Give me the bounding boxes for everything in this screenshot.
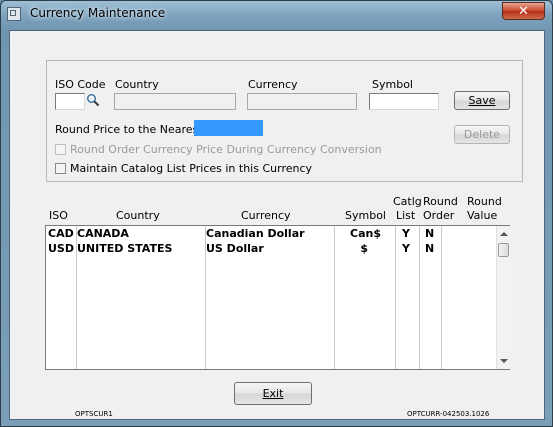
- header-round-order-line1: Round: [423, 195, 458, 208]
- currency-label: Currency: [248, 78, 298, 91]
- vertical-scrollbar[interactable]: [496, 226, 511, 369]
- row-country: CANADA: [77, 227, 129, 240]
- header-round-order-line2: Order: [423, 209, 455, 222]
- row-currency: Canadian Dollar: [206, 227, 305, 240]
- header-catlg-line2: List: [396, 209, 416, 222]
- row-symbol: $: [360, 242, 368, 255]
- header-symbol: Symbol: [345, 209, 386, 222]
- row-catlg-list: Y: [402, 242, 410, 255]
- app-icon[interactable]: [7, 7, 21, 21]
- row-country: UNITED STATES: [77, 242, 173, 255]
- close-icon: ✕: [518, 4, 529, 19]
- symbol-field[interactable]: [369, 93, 439, 110]
- scroll-thumb[interactable]: [498, 243, 509, 257]
- delete-button-label: Delete: [463, 128, 501, 141]
- form-id-right: OPTCURR-042503.1026: [407, 410, 490, 418]
- save-button-label: Save: [468, 94, 496, 107]
- currency-field[interactable]: [247, 93, 357, 110]
- column-divider: [395, 226, 396, 369]
- header-round-value-line1: Round: [467, 195, 502, 208]
- iso-code-field[interactable]: [55, 93, 85, 110]
- header-catlg-line1: Catlg: [393, 195, 422, 208]
- row-iso: CAD: [48, 227, 74, 240]
- exit-button[interactable]: Exit: [234, 382, 312, 405]
- close-button[interactable]: ✕: [502, 2, 545, 20]
- row-round-order: N: [425, 242, 435, 255]
- header-country: Country: [116, 209, 160, 222]
- delete-button[interactable]: Delete: [454, 125, 510, 144]
- maintain-catalog-checkbox-label: Maintain Catalog List Prices in this Cur…: [70, 162, 313, 175]
- row-round-order: N: [425, 227, 435, 240]
- symbol-label: Symbol: [372, 78, 413, 91]
- row-symbol: Can$: [350, 227, 381, 240]
- header-round-value-line2: Value: [467, 209, 498, 222]
- title-bar[interactable]: Currency Maintenance ✕: [1, 1, 552, 29]
- country-field[interactable]: [114, 93, 236, 110]
- currency-edit-group: ISO Code Country Currency Symbol Save De…: [46, 60, 523, 182]
- window-title: Currency Maintenance: [30, 6, 166, 20]
- round-price-label: Round Price to the Nearest :: [55, 123, 210, 136]
- header-currency: Currency: [241, 209, 291, 222]
- iso-code-label: ISO Code: [55, 78, 106, 91]
- form-id-left: OPTSCUR1: [75, 410, 113, 418]
- round-price-field[interactable]: [194, 120, 263, 136]
- round-order-checkbox-label: Round Order Currency Price During Curren…: [70, 143, 382, 156]
- row-catlg-list: Y: [402, 227, 410, 240]
- column-divider: [419, 226, 420, 369]
- currency-list[interactable]: CAD CANADA Canadian Dollar Can$ Y N USD …: [45, 225, 511, 370]
- row-currency: US Dollar: [206, 242, 264, 255]
- row-iso: USD: [48, 242, 74, 255]
- scroll-up-icon[interactable]: [500, 232, 508, 236]
- column-divider: [441, 226, 442, 369]
- client-area: ISO Code Country Currency Symbol Save De…: [9, 30, 545, 420]
- currency-maintenance-window: Currency Maintenance ✕ ISO Code Country …: [0, 0, 553, 427]
- scroll-down-icon[interactable]: [500, 359, 508, 363]
- maintain-catalog-checkbox[interactable]: [55, 163, 66, 174]
- exit-button-label: Exit: [262, 387, 284, 400]
- save-button[interactable]: Save: [454, 91, 510, 110]
- round-order-checkbox[interactable]: [55, 144, 66, 155]
- header-iso: ISO: [49, 209, 68, 222]
- country-label: Country: [115, 78, 159, 91]
- search-icon[interactable]: [86, 93, 100, 107]
